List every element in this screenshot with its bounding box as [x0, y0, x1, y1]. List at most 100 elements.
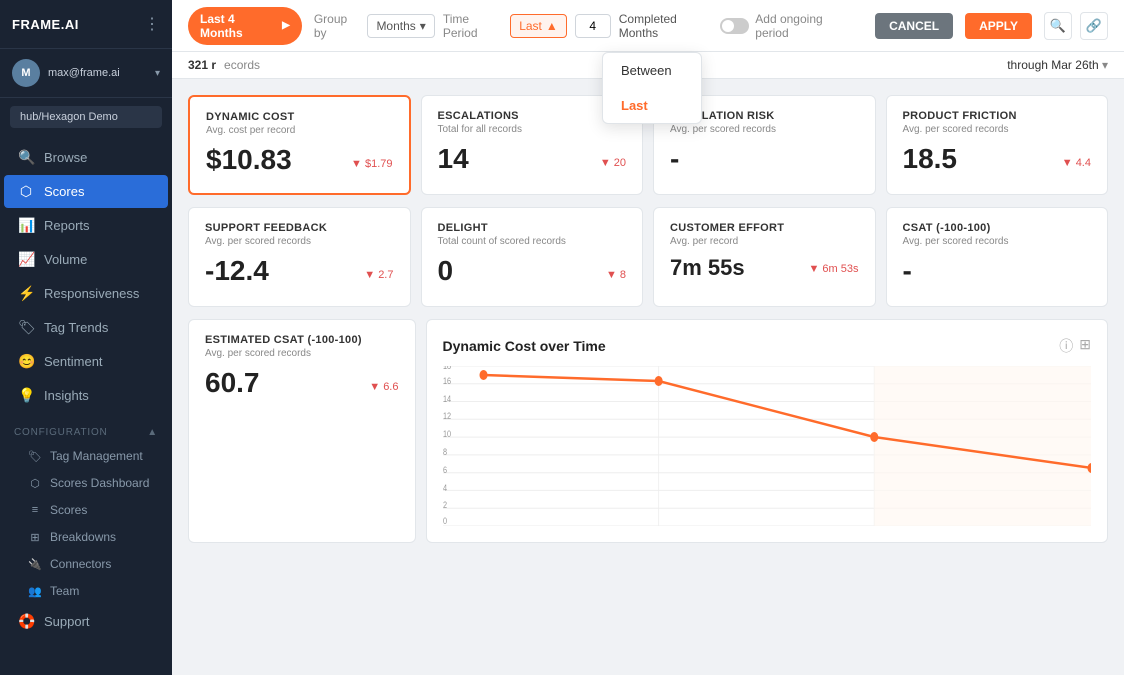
metric-title: CUSTOMER EFFORT: [670, 222, 859, 234]
search-icon-button[interactable]: 🔍: [1044, 12, 1072, 40]
svg-text:2: 2: [443, 500, 447, 510]
metric-title: ESTIMATED CSAT (-100-100): [205, 334, 399, 346]
metric-product-friction: PRODUCT FRICTION Avg. per scored records…: [886, 95, 1109, 195]
info-icon[interactable]: ⓘ: [1059, 336, 1073, 356]
metric-title: DELIGHT: [438, 222, 627, 234]
metric-value: 14: [438, 145, 469, 173]
metric-subtitle: Avg. cost per record: [206, 125, 393, 136]
sidebar-item-breakdowns[interactable]: ⊞ Breakdowns: [18, 524, 168, 550]
metric-subtitle: Avg. per scored records: [670, 124, 859, 135]
metric-title: SUPPORT FEEDBACK: [205, 222, 394, 234]
sidebar-header: FRAME.AI ⋮: [0, 0, 172, 49]
topbar-icons: 🔍 🔗: [1044, 12, 1108, 40]
chart-body: 0 2 4 6 8 10 12 14 16 18: [443, 366, 1092, 526]
metric-title: CSAT (-100-100): [903, 222, 1092, 234]
sidebar: FRAME.AI ⋮ M max@frame.ai ▾ hub/Hexagon …: [0, 0, 172, 675]
sidebar-item-responsiveness[interactable]: ⚡ Responsiveness: [4, 277, 168, 310]
metric-value: -: [903, 257, 912, 285]
svg-text:14: 14: [443, 394, 452, 404]
metric-subtitle: Avg. per scored records: [903, 236, 1092, 247]
scores-cfg-icon: ≡: [28, 504, 42, 516]
sidebar-item-scores-cfg[interactable]: ≡ Scores: [18, 497, 168, 523]
sidebar-item-team[interactable]: 👥 Team: [18, 578, 168, 604]
topbar: Last 4 Months ▶ Group by Months ▾ Time P…: [172, 0, 1124, 52]
expand-icon[interactable]: ⊞: [1079, 336, 1091, 356]
sidebar-item-label: Scores: [44, 184, 84, 199]
sidebar-item-browse[interactable]: 🔍 Browse: [4, 141, 168, 174]
cancel-button[interactable]: CANCEL: [875, 13, 953, 39]
metric-support-feedback: SUPPORT FEEDBACK Avg. per scored records…: [188, 207, 411, 307]
period-badge[interactable]: Last 4 Months ▶: [188, 7, 302, 45]
sentiment-icon: 😊: [18, 353, 34, 370]
chart-header: Dynamic Cost over Time ⓘ ⊞: [443, 336, 1092, 356]
metric-title: ESCALATIONS: [438, 110, 627, 122]
apply-button[interactable]: APPLY: [965, 13, 1032, 39]
sub-item-label: Scores: [50, 503, 87, 517]
dropdown-option-between[interactable]: Between: [603, 53, 701, 88]
tag-mgmt-icon: 🏷: [28, 450, 42, 463]
metrics-row-3: ESTIMATED CSAT (-100-100) Avg. per score…: [188, 319, 1108, 543]
sub-item-label: Scores Dashboard: [50, 476, 149, 490]
chart-point: [479, 370, 487, 380]
sidebar-item-connectors[interactable]: 🔌 Connectors: [18, 551, 168, 577]
sidebar-item-label: Sentiment: [44, 354, 103, 369]
group-by-label: Group by: [314, 12, 360, 40]
group-by-value: Months: [376, 19, 415, 33]
sidebar-item-label: Reports: [44, 218, 90, 233]
share-icon-button[interactable]: 🔗: [1080, 12, 1108, 40]
svg-text:18: 18: [443, 366, 452, 371]
volume-icon: 📈: [18, 251, 34, 268]
sidebar-item-reports[interactable]: 📊 Reports: [4, 209, 168, 242]
sidebar-item-label: Tag Trends: [44, 320, 108, 335]
user-email: max@frame.ai: [48, 67, 147, 79]
connectors-icon: 🔌: [28, 558, 42, 571]
metric-value: 18.5: [903, 145, 958, 173]
sidebar-user[interactable]: M max@frame.ai ▾: [0, 49, 172, 98]
metric-delta: ▼ 20: [600, 157, 626, 173]
metric-value-row: 60.7 ▼ 6.6: [205, 369, 399, 397]
sidebar-item-scores-dashboard[interactable]: ⬡ Scores Dashboard: [18, 470, 168, 496]
sidebar-item-label: Support: [44, 614, 90, 629]
sidebar-item-insights[interactable]: 💡 Insights: [4, 379, 168, 412]
add-ongoing-toggle[interactable]: [720, 18, 749, 34]
metrics-row-2: SUPPORT FEEDBACK Avg. per scored records…: [188, 207, 1108, 307]
chevron-up-icon: ▲: [147, 427, 158, 438]
metric-value-row: $10.83 ▼ $1.79: [206, 146, 393, 174]
sidebar-item-sentiment[interactable]: 😊 Sentiment: [4, 345, 168, 378]
metric-value-row: 14 ▼ 20: [438, 145, 627, 173]
svg-text:10: 10: [443, 429, 452, 439]
time-period-select[interactable]: Last ▲: [510, 14, 567, 38]
content-area: DYNAMIC COST Avg. cost per record $10.83…: [172, 79, 1124, 675]
sidebar-item-tag-trends[interactable]: 🏷 Tag Trends: [4, 311, 168, 344]
sidebar-menu-icon[interactable]: ⋮: [144, 14, 160, 34]
period-num-input[interactable]: [575, 14, 611, 38]
metric-subtitle: Avg. per scored records: [903, 124, 1092, 135]
chart-point: [870, 432, 878, 442]
metric-title: DYNAMIC COST: [206, 111, 393, 123]
sidebar-item-support[interactable]: 🛟 Support: [4, 605, 168, 638]
svg-text:0: 0: [443, 516, 447, 526]
add-ongoing-label: Add ongoing period: [755, 12, 851, 40]
period-badge-arrow-icon: ▶: [282, 20, 290, 31]
tag-icon: 🏷: [18, 319, 34, 336]
sidebar-item-volume[interactable]: 📈 Volume: [4, 243, 168, 276]
group-by-select[interactable]: Months ▾: [367, 14, 434, 38]
metric-subtitle: Avg. per scored records: [205, 348, 399, 359]
sidebar-item-tag-management[interactable]: 🏷 Tag Management: [18, 443, 168, 469]
brand-logo: FRAME.AI: [12, 17, 79, 32]
metric-value: 7m 55s: [670, 257, 745, 279]
toggle-knob: [722, 20, 734, 32]
dropdown-option-last[interactable]: Last: [603, 88, 701, 123]
config-subnav: 🏷 Tag Management ⬡ Scores Dashboard ≡ Sc…: [0, 443, 172, 604]
sidebar-item-scores[interactable]: ⬡ Scores: [4, 175, 168, 208]
workspace-badge[interactable]: hub/Hexagon Demo: [10, 106, 162, 128]
metric-value: 60.7: [205, 369, 260, 397]
svg-text:6: 6: [443, 465, 447, 475]
metric-delta: ▼ 6m 53s: [808, 263, 858, 279]
metric-delta: ▼ 4.4: [1062, 157, 1091, 173]
svg-text:12: 12: [443, 411, 452, 421]
metric-delta: ▼ 2.7: [364, 269, 393, 285]
date-range-text: thr: [1007, 58, 1021, 72]
sidebar-item-label: Responsiveness: [44, 286, 139, 301]
metric-value-row: -12.4 ▼ 2.7: [205, 257, 394, 285]
